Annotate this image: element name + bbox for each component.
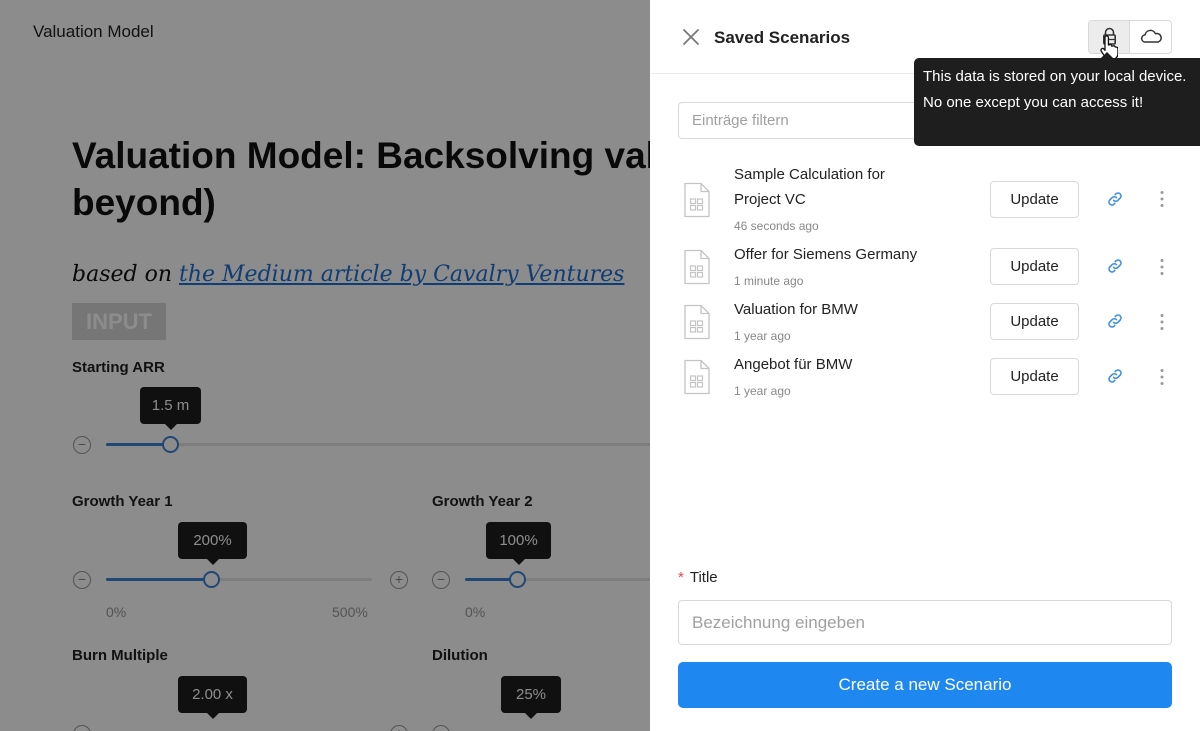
scenario-list-item[interactable]: Valuation for BMW 1 year ago Update: [678, 297, 1178, 349]
more-options-icon[interactable]: [1156, 189, 1168, 209]
scenario-timestamp: 46 seconds ago: [734, 219, 819, 233]
document-icon: [684, 249, 710, 285]
scenario-timestamp: 1 year ago: [734, 329, 791, 343]
storage-info-tooltip: This data is stored on your local device…: [914, 52, 1200, 146]
cloud-storage-button[interactable]: [1131, 21, 1171, 53]
cloud-icon: [1140, 29, 1162, 43]
update-button[interactable]: Update: [990, 303, 1079, 340]
title-field-label: * Title: [678, 569, 718, 586]
more-options-icon[interactable]: [1156, 312, 1168, 332]
scenario-list-item[interactable]: Sample Calculation for Project VC 46 sec…: [678, 162, 1178, 240]
link-icon[interactable]: [1106, 312, 1124, 330]
scenario-list-item[interactable]: Offer for Siemens Germany 1 minute ago U…: [678, 242, 1178, 294]
link-icon[interactable]: [1106, 257, 1124, 275]
scenario-title: Angebot für BMW: [734, 356, 853, 373]
scenario-title: Sample Calculation for Project VC: [734, 166, 885, 208]
close-icon[interactable]: [680, 26, 702, 48]
scenario-timestamp: 1 year ago: [734, 384, 791, 398]
title-input[interactable]: [678, 600, 1172, 645]
scenario-list-item[interactable]: Angebot für BMW 1 year ago Update: [678, 352, 1178, 404]
more-options-icon[interactable]: [1156, 257, 1168, 277]
link-icon[interactable]: [1106, 190, 1124, 208]
document-icon: [684, 304, 710, 340]
title-label-text: Title: [689, 569, 718, 586]
scenario-title: Valuation for BMW: [734, 301, 858, 318]
update-button[interactable]: Update: [990, 358, 1079, 395]
required-marker: *: [678, 569, 684, 586]
document-icon: [684, 359, 710, 395]
update-button[interactable]: Update: [990, 181, 1079, 218]
scenario-title: Offer for Siemens Germany: [734, 246, 918, 263]
scenario-timestamp: 1 minute ago: [734, 274, 804, 288]
update-button[interactable]: Update: [990, 248, 1079, 285]
drawer-title: Saved Scenarios: [714, 28, 851, 47]
more-options-icon[interactable]: [1156, 367, 1168, 387]
create-scenario-button[interactable]: Create a new Scenario: [678, 662, 1172, 708]
link-icon[interactable]: [1106, 367, 1124, 385]
document-icon: [684, 182, 710, 218]
